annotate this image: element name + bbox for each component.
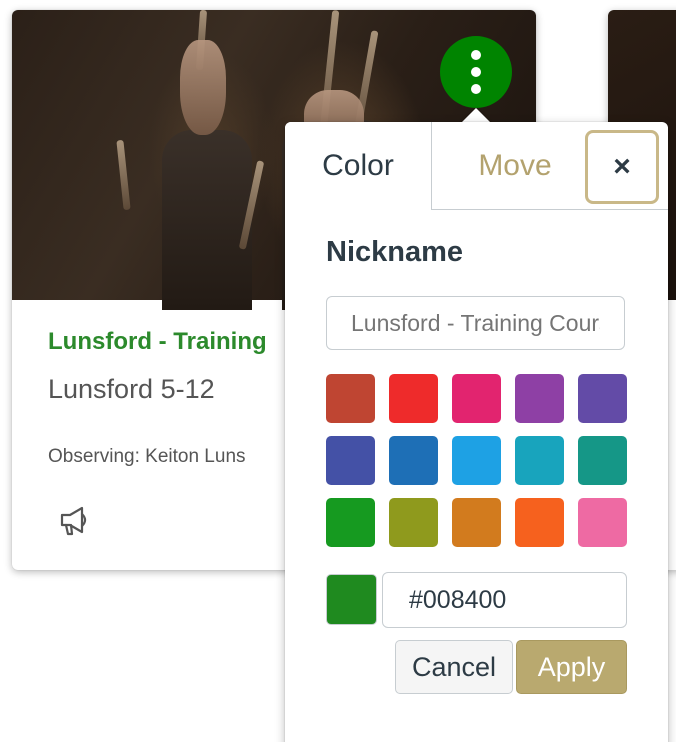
course-title-link[interactable]: Lunsford - Training xyxy=(48,328,267,356)
color-swatch[interactable] xyxy=(578,436,627,485)
course-code: Lunsford 5-12 xyxy=(48,374,215,404)
dashboard-stage: Lunsford - Training Lunsford 5-12 Observ… xyxy=(0,0,676,742)
megaphone-icon[interactable] xyxy=(56,500,96,540)
color-swatch[interactable] xyxy=(515,374,564,423)
color-swatch[interactable] xyxy=(326,498,375,547)
cancel-button[interactable]: Cancel xyxy=(395,640,513,694)
color-swatch[interactable] xyxy=(389,498,438,547)
hex-color-input[interactable] xyxy=(382,572,627,628)
nickname-input[interactable] xyxy=(326,296,625,350)
color-swatch[interactable] xyxy=(578,374,627,423)
kebab-dot-icon xyxy=(471,84,481,94)
popover-arrow xyxy=(461,108,491,123)
color-swatch[interactable] xyxy=(515,436,564,485)
tab-move[interactable]: Move xyxy=(455,122,575,210)
kebab-dot-icon xyxy=(471,50,481,60)
nickname-label: Nickname xyxy=(326,236,464,268)
kebab-dot-icon xyxy=(471,67,481,77)
color-swatch[interactable] xyxy=(578,498,627,547)
color-swatch[interactable] xyxy=(389,436,438,485)
selected-color-preview xyxy=(326,574,377,625)
color-swatch-grid xyxy=(326,374,628,547)
card-options-button[interactable] xyxy=(440,36,512,108)
popover-tab-strip: Color Move × xyxy=(285,122,668,210)
card-options-popover: Color Move × Nickname Cancel Apply xyxy=(285,122,668,742)
color-swatch[interactable] xyxy=(452,498,501,547)
color-swatch[interactable] xyxy=(452,436,501,485)
course-observing-text: Observing: Keiton Luns xyxy=(48,446,246,467)
color-swatch[interactable] xyxy=(452,374,501,423)
apply-button[interactable]: Apply xyxy=(516,640,627,694)
close-button[interactable]: × xyxy=(585,130,659,204)
tab-color[interactable]: Color xyxy=(285,122,432,210)
color-swatch[interactable] xyxy=(389,374,438,423)
color-swatch[interactable] xyxy=(515,498,564,547)
color-swatch[interactable] xyxy=(326,374,375,423)
color-swatch[interactable] xyxy=(326,436,375,485)
close-icon: × xyxy=(613,150,631,183)
